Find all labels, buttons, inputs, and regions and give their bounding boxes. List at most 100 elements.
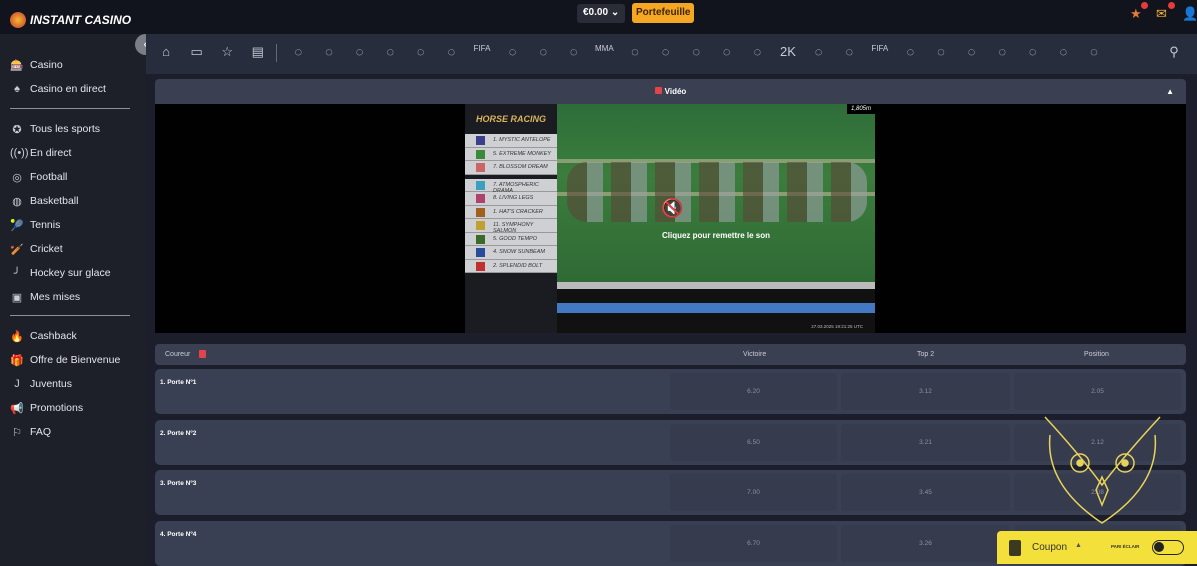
badminton-icon[interactable]: ◌: [686, 44, 706, 59]
chevron-down-icon: ⌄: [610, 7, 620, 18]
sidebar-item-promotions[interactable]: 📢 Promotions: [10, 400, 83, 416]
sidebar-item-label: Offre de Bienvenue: [30, 354, 121, 366]
home-icon[interactable]: ⌂: [156, 44, 176, 59]
sidebar-item-tennis[interactable]: 🎾 Tennis: [10, 217, 60, 233]
basketball-icon[interactable]: ◌: [350, 44, 370, 59]
sidebar-item-tous-les-sports[interactable]: ✪ Tous les sports: [10, 121, 100, 137]
sidebar-item-label: Casino: [30, 59, 63, 71]
collapse-icon[interactable]: ▲: [1166, 79, 1174, 104]
muted-speaker-icon[interactable]: 🔇: [661, 198, 683, 219]
hockey-icon[interactable]: ◌: [380, 44, 400, 59]
mail-icon[interactable]: ✉: [1156, 6, 1167, 22]
darts-icon[interactable]: ◌: [656, 44, 676, 59]
sidebar-item-juventus[interactable]: J Juventus: [10, 376, 72, 392]
odds-top2-button[interactable]: 3.26: [841, 524, 1010, 562]
cricket-icon[interactable]: ◌: [411, 44, 431, 59]
balance-dropdown[interactable]: €0.00 ⌄: [577, 4, 626, 23]
horse-entry: 8. LIVING LEGS: [465, 192, 557, 206]
video-header[interactable]: Vidéo ▲: [155, 79, 1186, 104]
favorites-icon[interactable]: ☆: [217, 44, 237, 60]
horse-entry: 1. MYSTIC ANTELOPE: [465, 134, 557, 148]
volta-fifa-icon[interactable]: FIFA: [870, 44, 890, 53]
video-title: Vidéo: [664, 87, 687, 96]
silk-icon: [476, 234, 485, 244]
tennis-icon[interactable]: ◌: [319, 44, 339, 59]
horse-entry: 1. HAT'S CRACKER: [465, 205, 557, 219]
user-icon[interactable]: 👤: [1182, 6, 1197, 22]
odds-place-button[interactable]: 2.05: [1014, 373, 1181, 410]
sidebar-item-cashback[interactable]: 🔥 Cashback: [10, 328, 77, 344]
gift-icon: 🎁: [10, 354, 24, 367]
sidebar-item-cricket[interactable]: 🏏 Cricket: [10, 241, 63, 257]
odds-top2-button[interactable]: 3.45: [841, 474, 1010, 511]
snooker-icon[interactable]: ◌: [1053, 44, 1073, 59]
silk-icon: [476, 261, 485, 271]
rocket-league-icon[interactable]: ◌: [1023, 44, 1043, 59]
odds-top2-button[interactable]: 3.12: [841, 373, 1010, 410]
odds-win-button[interactable]: 6.70: [670, 524, 837, 562]
flash-bet-toggle[interactable]: [1152, 540, 1184, 555]
horse-entry: 5. EXTREME MONKEY: [465, 147, 557, 161]
card-icon: ♠: [14, 83, 20, 95]
handball-icon[interactable]: ◌: [747, 44, 767, 59]
silk-icon: [476, 194, 485, 203]
horse-name: 8. LIVING LEGS: [493, 195, 534, 201]
table-tennis-icon[interactable]: ◌: [441, 44, 461, 59]
sidebar-item-offre-de-bienvenue[interactable]: 🎁 Offre de Bienvenue: [10, 352, 120, 368]
odds-win-button[interactable]: 7.00: [670, 474, 837, 511]
football-icon[interactable]: ◌: [288, 44, 308, 59]
sidebar-item-casino[interactable]: 🎰 Casino: [10, 57, 63, 73]
sidebar-item-label: Tennis: [30, 219, 61, 231]
league-of-legends-icon[interactable]: ◌: [839, 44, 859, 59]
silk-icon: [476, 163, 485, 172]
odds-win-button[interactable]: 6.50: [670, 423, 837, 461]
motorsport-icon[interactable]: ◌: [962, 44, 982, 59]
live-icon[interactable]: ▭: [187, 44, 207, 60]
coupon-bar[interactable]: Coupon ▲ PARI ÉCLAIR: [997, 531, 1197, 564]
odds-win-button[interactable]: 6.20: [670, 373, 837, 410]
odds-top2-button[interactable]: 3.21: [841, 423, 1010, 461]
rewards-icon[interactable]: ★: [1130, 6, 1142, 22]
flash-bet-label: PARI ÉCLAIR: [1111, 544, 1140, 549]
sidebar-item-basketball[interactable]: ◍ Basketball: [10, 193, 78, 209]
sidebar-item-football[interactable]: ◎ Football: [10, 169, 67, 185]
sidebar-item-faq[interactable]: ⚐ FAQ: [10, 424, 51, 440]
fifa-icon[interactable]: FIFA: [472, 44, 492, 53]
american-football-icon[interactable]: ◌: [931, 44, 951, 59]
live-icon: ((•)): [10, 147, 29, 159]
sidebar-item-casino-en-direct[interactable]: ♠ Casino en direct: [10, 81, 106, 97]
sidebar-item-en-direct[interactable]: ((•)) En direct: [10, 145, 71, 161]
header-place: Position: [1084, 351, 1109, 358]
baseball-icon[interactable]: ◌: [564, 44, 584, 59]
video-player[interactable]: HORSE RACING 1. MYSTIC ANTELOPE 5. EXTREM…: [155, 104, 1186, 333]
live-badge: [199, 350, 206, 358]
golf-icon[interactable]: ◌: [992, 44, 1012, 59]
virtual-horse-racing-icon[interactable]: ◌: [1084, 44, 1104, 59]
rugby-icon[interactable]: ◌: [625, 44, 645, 59]
notification-dot: [1141, 2, 1148, 9]
counter-strike-icon[interactable]: ◌: [503, 44, 523, 59]
football-icon: ◎: [12, 171, 22, 184]
coupon-label: Coupon: [1032, 542, 1068, 553]
brand-logo[interactable]: INSTANT CASINO: [10, 12, 131, 28]
bets-icon: ▣: [11, 291, 23, 304]
sidebar-item-mes-mises[interactable]: ▣ Mes mises: [10, 289, 80, 305]
fire-icon: 🔥: [10, 330, 24, 343]
unmute-text[interactable]: Cliquez pour remettre le son: [557, 231, 875, 240]
esports-icon[interactable]: ◌: [809, 44, 829, 59]
horse-racing-icon[interactable]: ◌: [533, 44, 553, 59]
table-row: 2. Porte Nº2 6.50 3.21 2.12: [155, 419, 1186, 465]
distance-label: 1,805m: [846, 104, 875, 114]
sport-nav: ⌂ ▭ ☆ ▤ ◌ ◌ ◌ ◌ ◌ ◌ FIFA ◌ ◌ ◌ MMA ◌ ◌ ◌ ◌ ◌ 2K ◌ ◌ FIFA ◌ ◌ ◌ ◌ ◌ ◌ ◌…: [146, 34, 1197, 74]
betslip-icon[interactable]: ▤: [248, 44, 268, 60]
swimming-icon[interactable]: ◌: [900, 44, 920, 59]
mma-icon[interactable]: MMA: [594, 44, 614, 53]
wallet-button[interactable]: Portefeuille: [632, 3, 695, 23]
nba2k-icon[interactable]: 2K: [778, 44, 798, 59]
silk-icon: [476, 221, 485, 230]
volleyball-icon[interactable]: ◌: [717, 44, 737, 59]
search-icon[interactable]: ⚲: [1164, 44, 1184, 60]
balance-value: €0.00: [583, 7, 609, 18]
sidebar-divider: [10, 315, 130, 316]
sidebar-item-hockey-sur-glace[interactable]: ╯ Hockey sur glace: [10, 265, 111, 281]
